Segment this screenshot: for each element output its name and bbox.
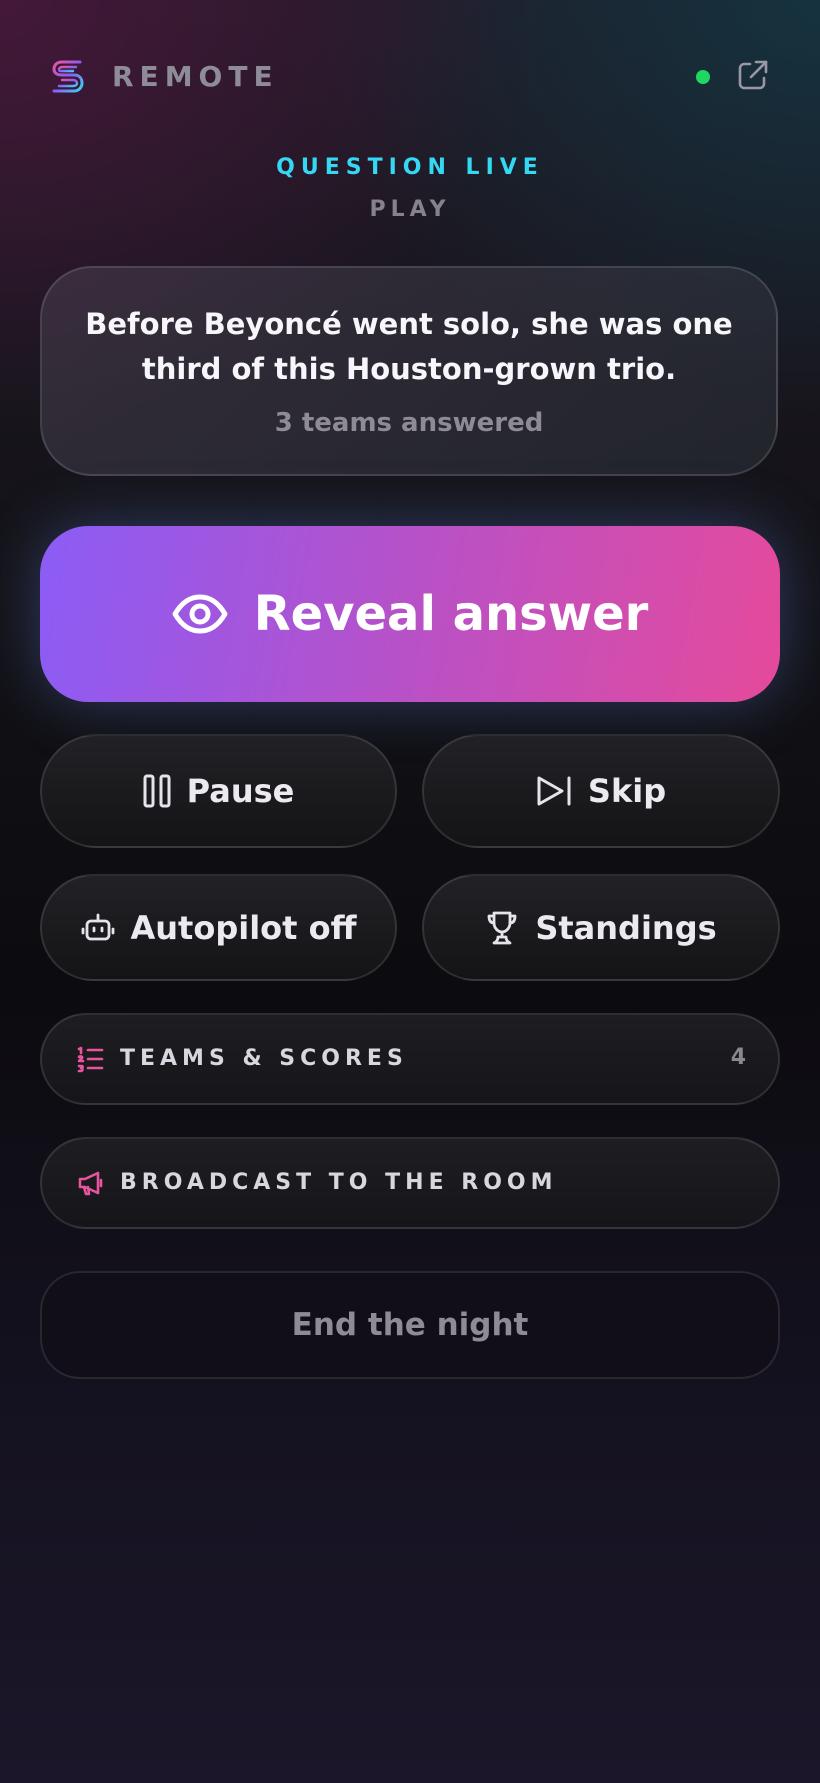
teams-scores-label: TEAMS & SCORES	[120, 1046, 408, 1071]
autopilot-label: Autopilot off	[130, 908, 357, 947]
robot-icon	[81, 912, 115, 944]
teams-count: 4	[730, 1045, 746, 1070]
autopilot-toggle-button[interactable]: Autopilot off	[40, 874, 397, 981]
question-state-label: QUESTION LIVE	[276, 155, 544, 180]
skip-button[interactable]: Skip	[422, 734, 780, 848]
logo-icon	[50, 56, 86, 96]
teams-scores-row[interactable]: TEAMS & SCORES 4	[40, 1013, 780, 1105]
trophy-icon	[485, 910, 519, 946]
connection-status-dot	[696, 70, 710, 84]
skip-forward-icon	[536, 774, 572, 808]
reveal-answer-button[interactable]: Reveal answer	[40, 526, 780, 702]
list-icon	[76, 1045, 104, 1073]
standings-label: Standings	[535, 908, 717, 947]
megaphone-icon	[76, 1169, 104, 1197]
skip-label: Skip	[587, 772, 667, 810]
standings-button[interactable]: Standings	[422, 874, 780, 981]
external-link-icon[interactable]	[736, 58, 770, 92]
brand-title: REMOTE	[112, 60, 279, 93]
end-night-button[interactable]: End the night	[40, 1271, 780, 1379]
broadcast-label: BROADCAST TO THE ROOM	[120, 1170, 558, 1195]
question-card: Before Beyoncé went solo, she was one th…	[40, 266, 778, 476]
reveal-answer-label: Reveal answer	[253, 586, 649, 642]
broadcast-row[interactable]: BROADCAST TO THE ROOM	[40, 1137, 780, 1229]
answered-count: 3 teams answered	[274, 408, 544, 438]
game-mode-label: PLAY	[369, 197, 451, 222]
end-night-label: End the night	[291, 1307, 529, 1343]
pause-label: Pause	[186, 772, 295, 810]
pause-icon	[143, 774, 171, 808]
question-text: Before Beyoncé went solo, she was one th…	[85, 307, 733, 386]
eye-icon	[172, 594, 228, 634]
pause-button[interactable]: Pause	[40, 734, 397, 848]
top-bar: REMOTE	[50, 52, 770, 100]
